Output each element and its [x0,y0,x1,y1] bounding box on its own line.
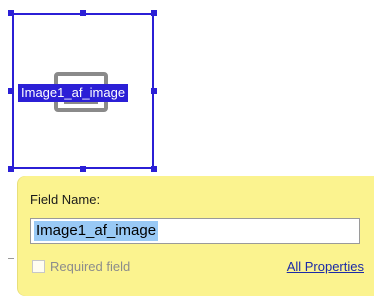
required-field-option[interactable]: Required field [32,259,130,275]
resize-handle-top[interactable] [80,10,86,16]
field-name-tag: Image1_af_image [18,84,129,102]
resize-handle-bottom-right[interactable] [151,166,157,172]
resize-handle-bottom-left[interactable] [8,166,14,172]
required-field-checkbox[interactable] [32,260,45,273]
field-name-input[interactable]: Image1_af_image [30,218,360,244]
form-editor-canvas: Image1_af_image Field Name: Image1_af_im… [0,0,374,296]
resize-handle-top-left[interactable] [8,10,14,16]
all-properties-link[interactable]: All Properties [287,259,364,275]
resize-handle-right[interactable] [151,88,157,94]
divider-tick [8,258,14,259]
field-properties-popup: Field Name: Image1_af_image Required fie… [18,176,374,296]
required-field-label: Required field [50,259,131,274]
resize-handle-bottom[interactable] [80,166,86,172]
resize-handle-left[interactable] [8,88,14,94]
resize-handle-top-right[interactable] [151,10,157,16]
field-name-heading: Field Name: [30,192,101,207]
field-name-value: Image1_af_image [34,221,159,241]
